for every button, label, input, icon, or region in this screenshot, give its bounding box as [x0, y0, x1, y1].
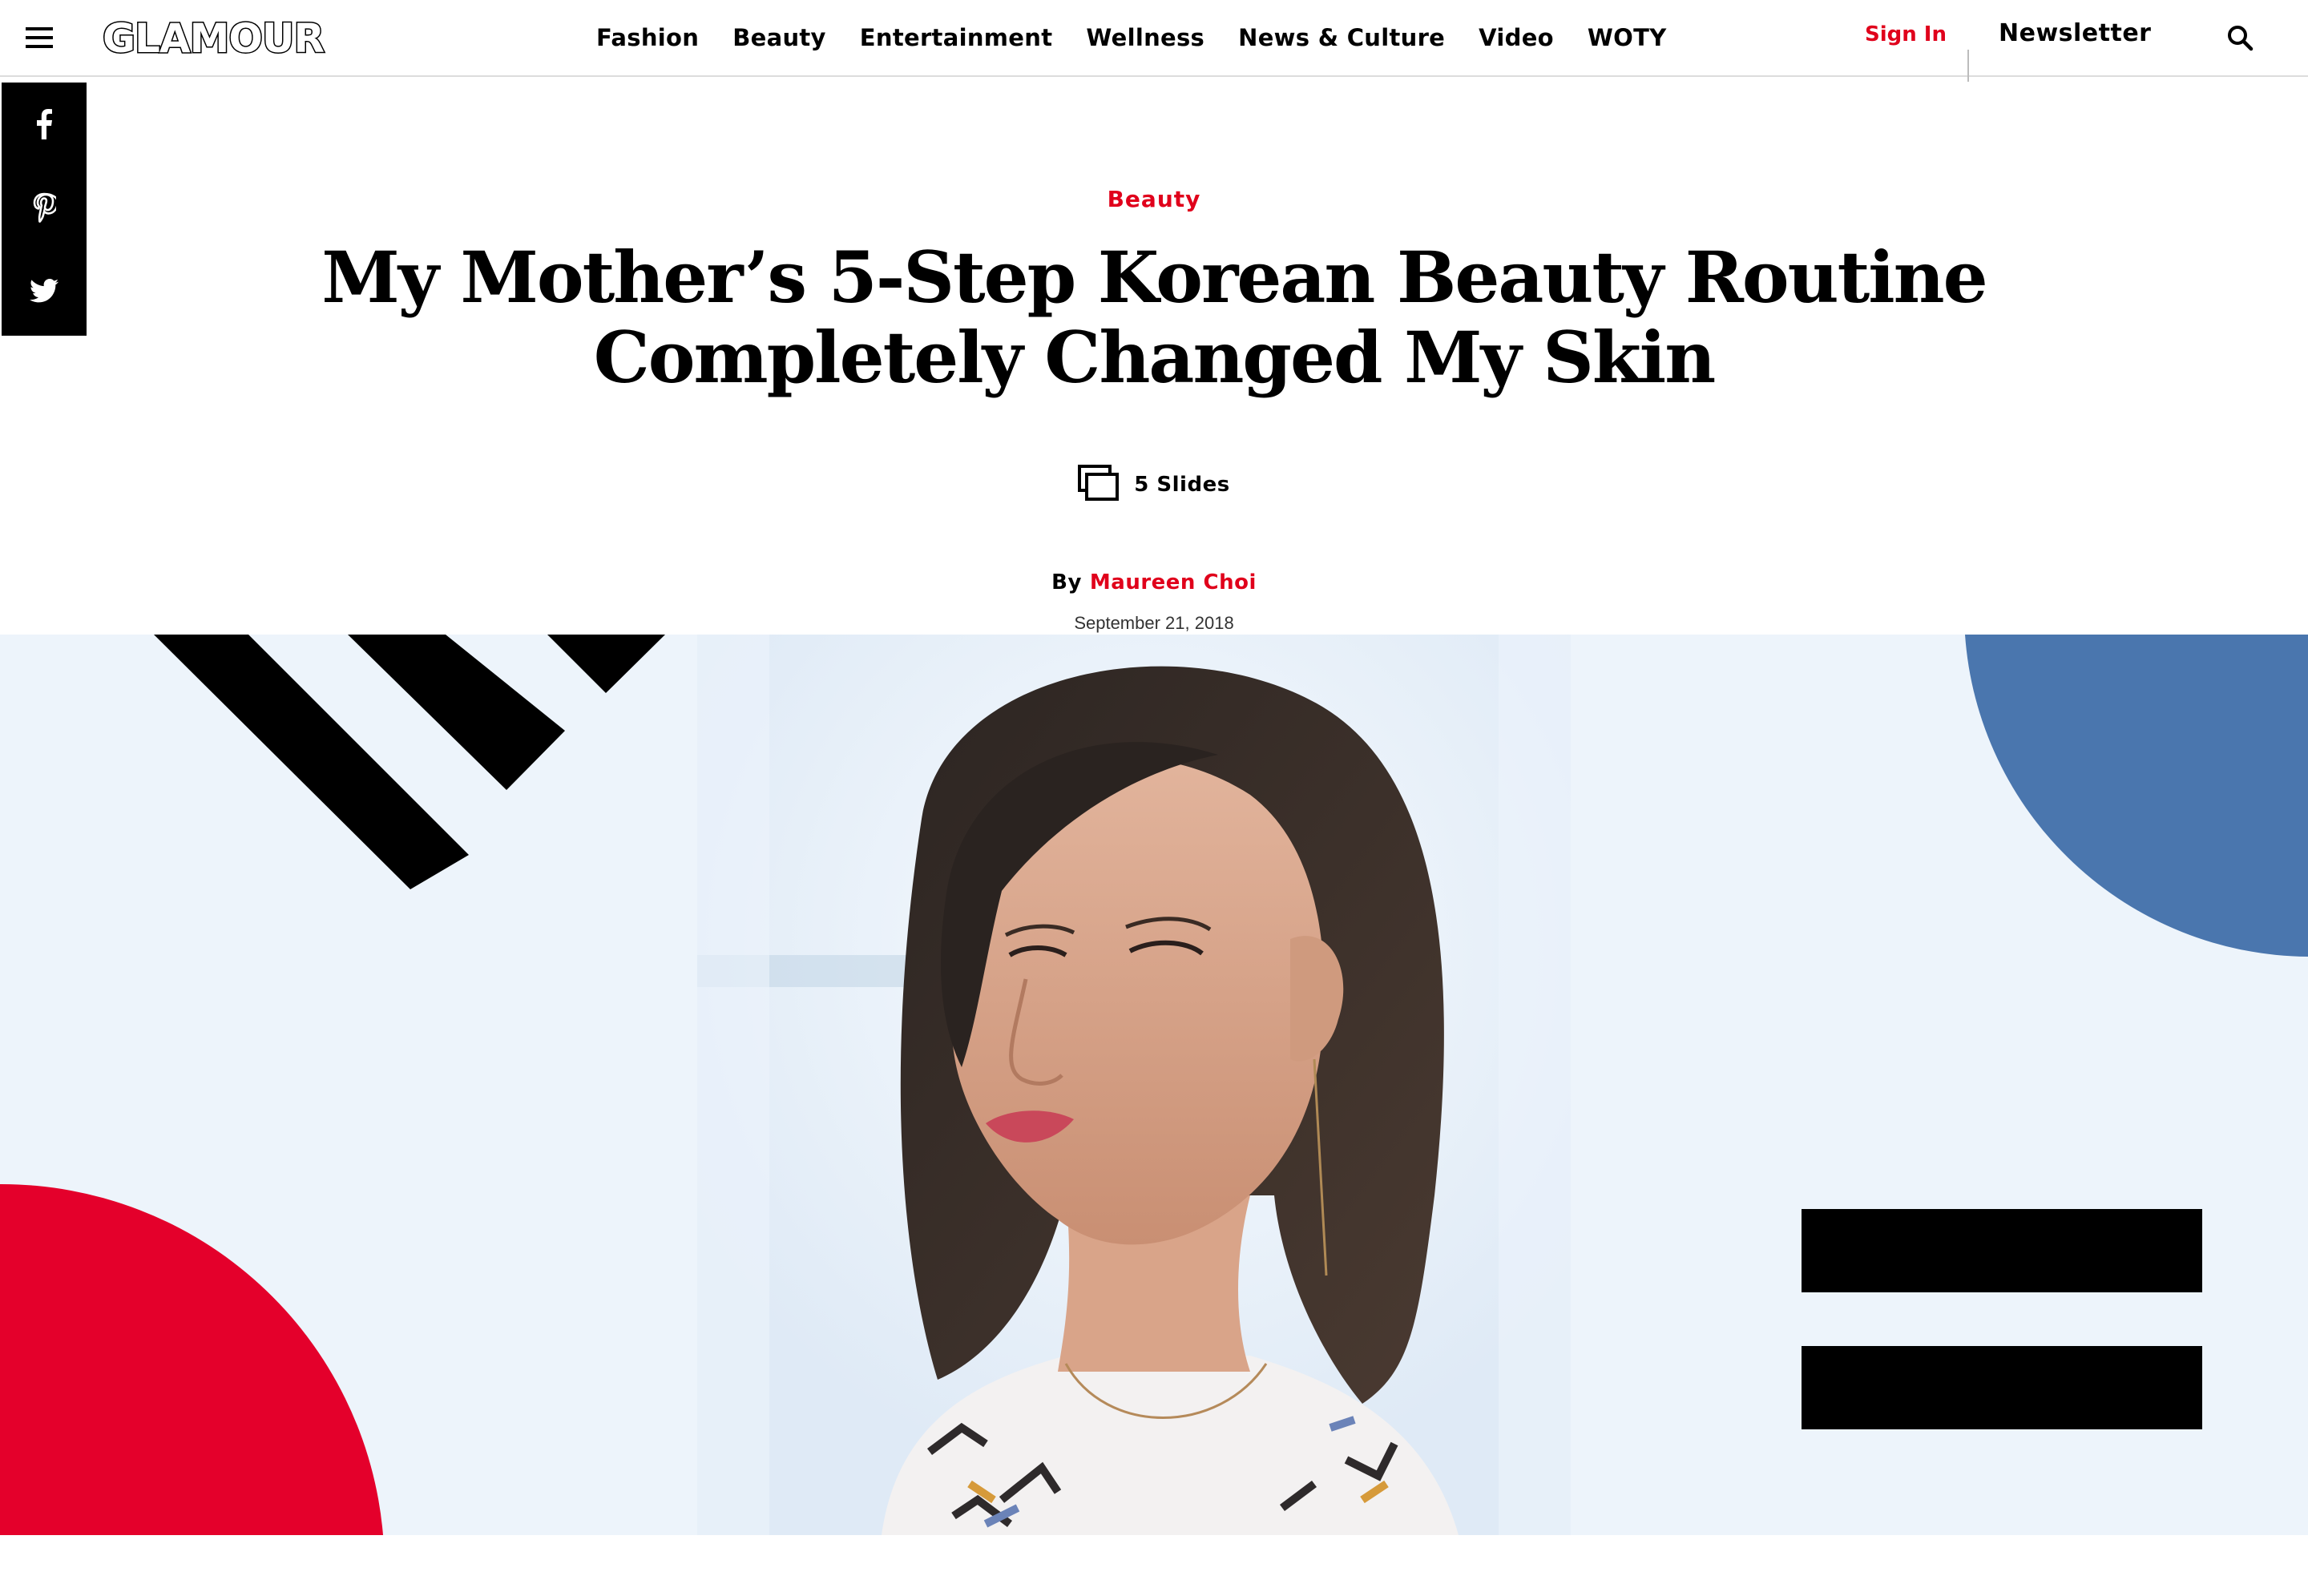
twitter-icon[interactable]: [2, 249, 87, 332]
author-link[interactable]: Maureen Choi: [1090, 570, 1257, 594]
slideshow-icon: [1078, 465, 1120, 505]
black-bar-top: [1802, 1209, 2202, 1292]
nav-item-entertainment[interactable]: Entertainment: [860, 24, 1053, 51]
menu-icon[interactable]: [26, 27, 53, 48]
newsletter-link[interactable]: Newsletter: [1999, 19, 2151, 47]
byline: By Maureen Choi: [0, 570, 2308, 594]
nav-item-woty[interactable]: WOTY: [1588, 24, 1667, 51]
divider: [1967, 50, 1969, 82]
nav-item-video[interactable]: Video: [1479, 24, 1554, 51]
logo[interactable]: GLAMOUR: [102, 10, 326, 67]
hero-image: [0, 635, 2308, 1535]
nav-item-wellness[interactable]: Wellness: [1086, 24, 1204, 51]
black-bar-bottom: [1802, 1346, 2202, 1429]
page-continuation: [0, 1535, 2308, 1596]
slides-count: 5 Slides: [1134, 473, 1230, 497]
slides-indicator[interactable]: 5 Slides: [0, 465, 2308, 505]
nav-item-beauty[interactable]: Beauty: [732, 24, 826, 51]
nav-item-fashion[interactable]: Fashion: [596, 24, 699, 51]
sign-in-link[interactable]: Sign In: [1865, 22, 1947, 46]
woman-portrait-image: [0, 635, 2308, 1535]
facebook-icon[interactable]: [2, 83, 87, 166]
site-header: GLAMOUR Fashion Beauty Entertainment Wel…: [0, 0, 2308, 82]
article-title: My Mother’s 5-Step Korean Beauty Routine…: [321, 236, 1987, 399]
byline-prefix: By: [1051, 570, 1082, 594]
search-icon[interactable]: [2226, 24, 2254, 51]
publish-date: September 21, 2018: [1074, 613, 1234, 633]
nav-item-news-culture[interactable]: News & Culture: [1238, 24, 1445, 51]
article-rubric[interactable]: Beauty: [0, 186, 2308, 212]
main-nav: Fashion Beauty Entertainment Wellness Ne…: [596, 18, 1701, 58]
rubric-label[interactable]: Beauty: [1108, 186, 1201, 212]
